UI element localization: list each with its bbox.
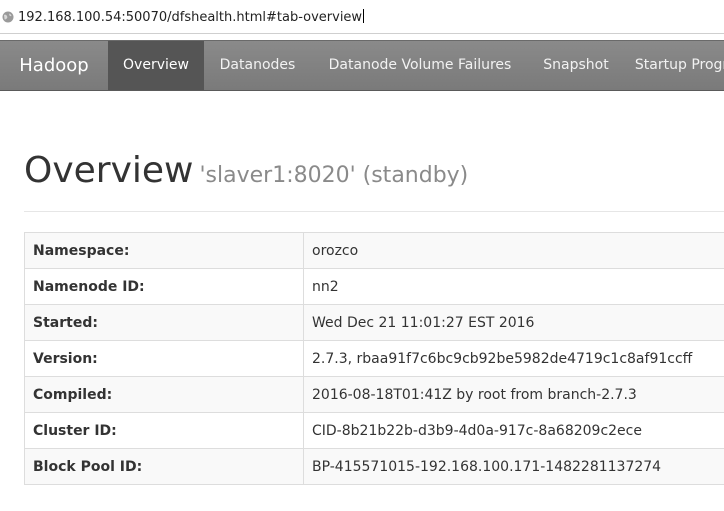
row-key: Block Pool ID: <box>24 448 304 485</box>
page-subtitle: 'slaver1:8020' (standby) <box>199 163 469 188</box>
table-row: Cluster ID: CID-8b21b22b-d3b9-4d0a-917c-… <box>24 412 724 449</box>
url-text: 192.168.100.54:50070/dfshealth.html#tab-… <box>18 10 363 25</box>
row-value: 2016-08-18T01:41Z by root from branch-2.… <box>303 376 724 413</box>
page-header: Overview'slaver1:8020' (standby) <box>24 150 468 191</box>
row-key: Namenode ID: <box>24 268 304 305</box>
address-bar[interactable]: 192.168.100.54:50070/dfshealth.html#tab-… <box>0 0 724 34</box>
table-row: Version: 2.7.3, rbaa91f7c6bc9cb92be5982d… <box>24 340 724 377</box>
brand-logo[interactable]: Hadoop <box>0 41 108 90</box>
row-value: 2.7.3, rbaa91f7c6bc9cb92be5982de4719c1c8… <box>303 340 724 377</box>
row-value: nn2 <box>303 268 724 305</box>
row-key: Version: <box>24 340 304 377</box>
table-row: Namespace: orozco <box>24 232 724 269</box>
overview-table: Namespace: orozco Namenode ID: nn2 Start… <box>24 232 724 485</box>
nav-tab-overview[interactable]: Overview <box>108 41 204 90</box>
text-caret <box>363 9 365 23</box>
table-row: Namenode ID: nn2 <box>24 268 724 305</box>
row-value: Wed Dec 21 11:01:27 EST 2016 <box>303 304 724 341</box>
row-key: Cluster ID: <box>24 412 304 449</box>
row-value: orozco <box>303 232 724 269</box>
page-title: Overview <box>24 150 194 191</box>
header-divider <box>24 211 724 212</box>
row-key: Started: <box>24 304 304 341</box>
row-value: CID-8b21b22b-d3b9-4d0a-917c-8a68209c2ece <box>303 412 724 449</box>
row-key: Compiled: <box>24 376 304 413</box>
nav-tab-datanodes[interactable]: Datanodes <box>204 41 311 90</box>
nav-tab-datanode-volume-failures[interactable]: Datanode Volume Failures <box>311 41 529 90</box>
row-value: BP-415571015-192.168.100.171-14822811372… <box>303 448 724 485</box>
table-row: Started: Wed Dec 21 11:01:27 EST 2016 <box>24 304 724 341</box>
top-navbar: Hadoop Overview Datanodes Datanode Volum… <box>0 40 724 91</box>
url-input[interactable]: 192.168.100.54:50070/dfshealth.html#tab-… <box>18 9 365 27</box>
table-row: Compiled: 2016-08-18T01:41Z by root from… <box>24 376 724 413</box>
row-key: Namespace: <box>24 232 304 269</box>
nav-tab-startup-progress[interactable]: Startup Progress <box>623 41 724 90</box>
nav-tab-snapshot[interactable]: Snapshot <box>529 41 623 90</box>
globe-icon <box>2 11 14 23</box>
table-row: Block Pool ID: BP-415571015-192.168.100.… <box>24 448 724 485</box>
